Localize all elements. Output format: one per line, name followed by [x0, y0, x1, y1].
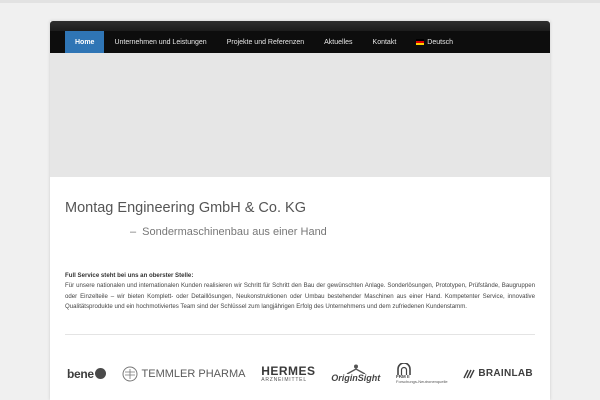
logo-temmler-text: TEMMLER PHARMA [141, 367, 246, 380]
logo-originsight[interactable]: OriginSight [331, 364, 380, 383]
page-wrapper: Home Unternehmen und Leistungen Projekte… [50, 21, 550, 400]
logo-hermes-text: HERMES [261, 363, 316, 378]
intro-text: Full Service steht bei uns an oberster S… [65, 271, 535, 312]
logo-temmler[interactable]: TEMMLER PHARMA [122, 366, 246, 382]
logo-hermes-sub: ARZNEIMITTEL [261, 376, 307, 383]
logo-bene[interactable]: bene [67, 367, 106, 381]
client-logos: bene TEMMLER PHARMA HERMES ARZNEIMITTEL … [65, 363, 535, 384]
german-flag-icon [416, 39, 425, 45]
header-strip [50, 21, 550, 31]
page-subtitle: – Sondermaschinenbau aus einer Hand [130, 226, 535, 238]
logo-originsight-text: OriginSight [331, 373, 381, 384]
intro-body: Für unsere nationalen und internationale… [65, 282, 535, 310]
logo-bene-text: bene [67, 366, 94, 381]
logo-brainlab[interactable]: BRAINLAB [463, 368, 533, 379]
brainlab-chevrons-icon [463, 369, 475, 378]
page-top-border [0, 0, 600, 3]
temmler-emblem-icon [122, 366, 138, 382]
logo-brainlab-text: BRAINLAB [478, 368, 533, 380]
intro-lead: Full Service steht bei uns an oberster S… [65, 272, 194, 279]
logo-frm2[interactable]: FRM II Forschungs-Neutronenquelle [396, 363, 448, 384]
nav-item-unternehmen[interactable]: Unternehmen und Leistungen [104, 31, 216, 53]
nav-item-aktuelles[interactable]: Aktuelles [314, 31, 362, 53]
logo-frm2-sub: Forschungs-Neutronenquelle [396, 378, 448, 384]
divider [65, 334, 535, 336]
nav-item-language[interactable]: Deutsch [406, 31, 463, 53]
language-label: Deutsch [427, 38, 453, 46]
page-title: Montag Engineering GmbH & Co. KG [65, 200, 306, 216]
main-content: Montag Engineering GmbH & Co. KG – Sonder… [50, 200, 550, 384]
hero-banner [50, 53, 550, 177]
subtitle-dash: – [130, 226, 137, 238]
main-navigation: Home Unternehmen und Leistungen Projekte… [50, 31, 550, 53]
nav-item-home[interactable]: Home [65, 31, 105, 53]
bene-circle-icon [94, 368, 106, 380]
nav-item-projekte[interactable]: Projekte und Referenzen [217, 31, 314, 53]
nav-item-kontakt[interactable]: Kontakt [363, 31, 407, 53]
subtitle-text: Sondermaschinenbau aus einer Hand [142, 226, 327, 238]
logo-hermes[interactable]: HERMES ARZNEIMITTEL [261, 365, 315, 383]
